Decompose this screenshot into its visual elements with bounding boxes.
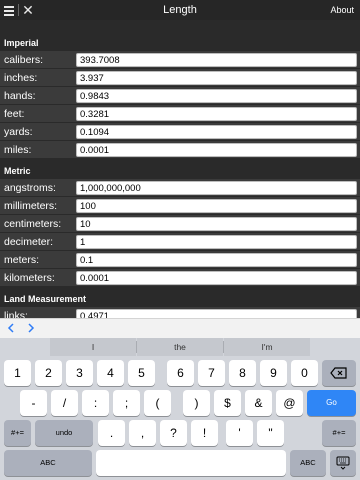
title-bar: ✕ Length About [0, 0, 360, 20]
key-6[interactable]: 6 [167, 360, 194, 386]
millimeters-field[interactable] [76, 199, 357, 213]
unit-row-centimeters: centimeters: [0, 215, 360, 233]
key-dollar[interactable]: $ [214, 390, 241, 416]
key-8[interactable]: 8 [229, 360, 256, 386]
key-4[interactable]: 4 [97, 360, 124, 386]
unit-row-calibers: calibers: [0, 51, 360, 69]
unit-label: kilometers: [4, 272, 55, 284]
key-exclamation[interactable]: ! [191, 420, 218, 446]
key-ampersand[interactable]: & [245, 390, 272, 416]
unit-row-inches: inches: [0, 69, 360, 87]
key-close-paren[interactable]: ) [183, 390, 210, 416]
symbols-key-left[interactable]: #+= [4, 420, 31, 446]
backspace-icon [330, 367, 347, 379]
section-header-imperial: Imperial [0, 31, 360, 51]
key-hyphen[interactable]: - [20, 390, 47, 416]
key-2[interactable]: 2 [35, 360, 62, 386]
yards-field[interactable] [76, 125, 357, 139]
unit-label: decimeter: [4, 236, 54, 248]
undo-button[interactable]: undo [35, 420, 93, 446]
key-question[interactable]: ? [160, 420, 187, 446]
unit-label: millimeters: [4, 200, 58, 212]
section-header-land-measurement: Land Measurement [0, 287, 360, 307]
unit-label: links: [4, 310, 28, 318]
unit-row-miles: miles: [0, 141, 360, 159]
unit-label: calibers: [4, 54, 44, 66]
decimeter-field[interactable] [76, 235, 357, 249]
section-header-metric: Metric [0, 159, 360, 179]
abc-key-left[interactable]: ABC [4, 450, 92, 476]
go-button[interactable]: Go [307, 390, 356, 416]
key-slash[interactable]: / [51, 390, 78, 416]
links-field[interactable] [76, 309, 357, 318]
unit-row-yards: yards: [0, 123, 360, 141]
keyboard-accessory-bar [0, 318, 360, 338]
unit-row-hands: hands: [0, 87, 360, 105]
key-period[interactable]: . [98, 420, 125, 446]
meters-field[interactable] [76, 253, 357, 267]
keyboard-dismiss-key[interactable] [330, 450, 356, 476]
key-colon[interactable]: : [82, 390, 109, 416]
key-1[interactable]: 1 [4, 360, 31, 386]
hands-field[interactable] [76, 89, 357, 103]
unit-label: meters: [4, 254, 40, 266]
chevron-right-icon[interactable] [23, 320, 39, 338]
unit-label: angstroms: [4, 182, 56, 194]
centimeters-field[interactable] [76, 217, 357, 231]
suggestion-1[interactable]: I [50, 338, 136, 356]
unit-label: miles: [4, 144, 32, 156]
space-bar[interactable] [96, 450, 286, 476]
unit-row-feet: feet: [0, 105, 360, 123]
unit-label: feet: [4, 108, 25, 120]
unit-row-millimeters: millimeters: [0, 197, 360, 215]
numeric-keyboard: I the I'm 1 2 3 4 5 6 7 8 9 0 - / : ; ( … [0, 338, 360, 480]
key-at[interactable]: @ [276, 390, 303, 416]
symbols-key-right[interactable]: #+= [322, 420, 356, 446]
kilometers-field[interactable] [76, 271, 357, 285]
angstroms-field[interactable] [76, 181, 357, 195]
suggestion-3[interactable]: I'm [224, 338, 310, 356]
inches-field[interactable] [76, 71, 357, 85]
unit-row-meters: meters: [0, 251, 360, 269]
key-open-paren[interactable]: ( [144, 390, 171, 416]
unit-label: inches: [4, 72, 38, 84]
unit-row-decimeter: decimeter: [0, 233, 360, 251]
key-apostrophe[interactable]: ' [226, 420, 253, 446]
suggestion-2[interactable]: the [137, 338, 223, 356]
unit-label: hands: [4, 90, 36, 102]
backspace-key[interactable] [322, 360, 356, 386]
unit-row-angstroms: angstroms: [0, 179, 360, 197]
abc-key-right[interactable]: ABC [290, 450, 326, 476]
page-title: Length [163, 4, 197, 16]
calibers-field[interactable] [76, 53, 357, 67]
key-9[interactable]: 9 [260, 360, 287, 386]
unit-row-kilometers: kilometers: [0, 269, 360, 287]
unit-label: centimeters: [4, 218, 62, 230]
miles-field[interactable] [76, 143, 357, 157]
key-0[interactable]: 0 [291, 360, 318, 386]
chevron-left-icon[interactable] [3, 320, 19, 338]
unit-label: yards: [4, 126, 33, 138]
key-comma[interactable]: , [129, 420, 156, 446]
conversion-list[interactable]: Imperial calibers: inches: hands: feet: … [0, 20, 360, 318]
feet-field[interactable] [76, 107, 357, 121]
key-7[interactable]: 7 [198, 360, 225, 386]
key-semicolon[interactable]: ; [113, 390, 140, 416]
unit-row-links: links: [0, 307, 360, 318]
key-quote[interactable]: " [257, 420, 284, 446]
key-5[interactable]: 5 [128, 360, 155, 386]
key-3[interactable]: 3 [66, 360, 93, 386]
about-button[interactable]: About [330, 0, 354, 20]
keyboard-dismiss-icon [336, 456, 350, 470]
